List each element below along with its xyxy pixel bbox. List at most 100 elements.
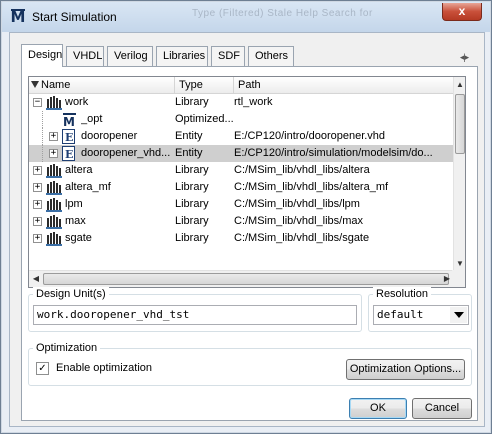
row-name: dooropener: [81, 130, 138, 142]
library-icon: [46, 214, 62, 229]
row-name: altera: [65, 164, 93, 176]
row-name: _opt: [81, 113, 103, 125]
scroll-corner: [452, 270, 465, 287]
resolution-select[interactable]: default: [373, 305, 469, 325]
ok-button[interactable]: OK: [349, 398, 407, 419]
tree-row[interactable]: + Edooropener Entity E:/CP120/intro/doorope…: [29, 128, 455, 145]
row-path: C:/MSim_lib/vhdl_libs/altera_mf: [234, 181, 389, 193]
resolution-value: default: [377, 308, 424, 321]
expand-icon[interactable]: +: [49, 149, 58, 158]
row-type: Library: [175, 181, 209, 193]
expand-icon[interactable]: +: [33, 234, 42, 243]
row-path: [234, 111, 455, 128]
entity-icon: E: [62, 146, 78, 161]
resolution-label: Resolution: [373, 287, 431, 301]
enable-optimization-label[interactable]: Enable optimization: [56, 361, 152, 375]
design-unit-input[interactable]: work.dooropener_vhd_tst: [33, 305, 357, 325]
design-unit-label: Design Unit(s): [33, 287, 109, 301]
tree-row[interactable]: + max Library C:/MSim_lib/vhdl_libs/max: [29, 213, 455, 230]
design-tab-panel: Name Type Path − work Library rtl_work M _opt…: [21, 66, 478, 421]
tree-rows: − work Library rtl_work M _opt Optimized... + Ed…: [29, 94, 455, 272]
tree-connector: [42, 111, 43, 128]
collapse-icon[interactable]: −: [33, 98, 42, 107]
column-header-type[interactable]: Type: [175, 77, 234, 94]
row-type: Library: [175, 232, 209, 244]
row-path: rtl_work: [234, 96, 273, 108]
enable-optimization-checkbox[interactable]: ✓: [36, 362, 49, 375]
row-path: C:/MSim_lib/vhdl_libs/max: [234, 215, 363, 227]
row-type: Optimized...: [175, 113, 234, 125]
tab-libraries[interactable]: Libraries: [156, 46, 208, 66]
modelsim-logo-icon: M: [10, 8, 26, 26]
tree-row[interactable]: + Edooropener_vhd... Entity E:/CP120/intro/…: [29, 145, 455, 162]
svg-text:E: E: [65, 131, 73, 144]
library-icon: [46, 231, 62, 246]
cancel-button[interactable]: Cancel: [412, 398, 472, 419]
optimization-label: Optimization: [33, 341, 101, 355]
horizontal-scrollbar[interactable]: ◀ ▶: [29, 270, 465, 287]
title-bar[interactable]: M Start Simulation Type (Filtered) Stale…: [2, 2, 490, 32]
row-type: Entity: [175, 147, 203, 159]
row-name: dooropener_vhd...: [81, 147, 171, 159]
expand-icon[interactable]: +: [33, 217, 42, 226]
row-path: E:/CP120/intro/simulation/modelsim/do...: [234, 147, 433, 159]
column-header-path[interactable]: Path: [234, 77, 455, 94]
tree-row[interactable]: + altera_mf Library C:/MSim_lib/vhdl_libs/a…: [29, 179, 455, 196]
tree-row[interactable]: + sgate Library C:/MSim_lib/vhdl_libs/sgate: [29, 230, 455, 247]
tree-connector: [42, 145, 43, 162]
expand-icon[interactable]: +: [49, 132, 58, 141]
row-type: Library: [175, 96, 209, 108]
library-icon: [46, 180, 62, 195]
row-name: lpm: [65, 198, 83, 210]
optimization-group: Optimization ✓ Enable optimization Optim…: [28, 341, 472, 386]
tab-sdf[interactable]: SDF: [211, 46, 245, 66]
vertical-scrollbar[interactable]: ▲ ▼: [453, 77, 465, 272]
row-name: work: [65, 96, 89, 108]
close-button[interactable]: x: [442, 3, 482, 21]
expand-icon[interactable]: +: [33, 166, 42, 175]
svg-text:E: E: [65, 148, 73, 161]
row-type: Library: [175, 198, 209, 210]
tree-header: Name Type Path: [29, 77, 455, 94]
scroll-down-icon[interactable]: ▼: [454, 257, 465, 271]
tree-row[interactable]: + altera Library C:/MSim_lib/vhdl_libs/alte…: [29, 162, 455, 179]
tab-vhdl[interactable]: VHDL: [66, 46, 104, 66]
window-title: Start Simulation: [32, 10, 117, 24]
tab-verilog[interactable]: Verilog: [107, 46, 153, 66]
tree-connector: [42, 128, 43, 145]
optimized-design-icon: M: [62, 112, 78, 129]
horizontal-scroll-thumb[interactable]: [43, 273, 449, 285]
library-icon: [46, 197, 62, 212]
sort-down-icon: [31, 81, 39, 88]
design-unit-group: Design Unit(s) work.dooropener_vhd_tst: [28, 287, 362, 332]
row-path: C:/MSim_lib/vhdl_libs/altera: [234, 164, 370, 176]
row-name: sgate: [65, 232, 92, 244]
tree-row[interactable]: − work Library rtl_work: [29, 94, 455, 111]
optimization-options-button[interactable]: Optimization Options...: [346, 359, 465, 380]
library-icon: [46, 95, 62, 110]
chevron-down-icon[interactable]: [450, 307, 467, 323]
tab-design[interactable]: Design: [21, 44, 63, 67]
tab-scroll-arrows-icon[interactable]: ◂|▸: [454, 52, 474, 66]
design-tree[interactable]: Name Type Path − work Library rtl_work M _opt…: [28, 76, 466, 288]
expand-icon[interactable]: +: [33, 183, 42, 192]
vertical-scroll-thumb[interactable]: [455, 94, 465, 154]
row-name: max: [65, 215, 86, 227]
tree-row[interactable]: M _opt Optimized...: [29, 111, 455, 129]
row-type: Library: [175, 215, 209, 227]
row-name: altera_mf: [65, 181, 111, 193]
column-header-name[interactable]: Name: [29, 77, 175, 94]
entity-icon: E: [62, 129, 78, 144]
row-path: C:/MSim_lib/vhdl_libs/sgate: [234, 232, 370, 244]
start-simulation-dialog: M Start Simulation Type (Filtered) Stale…: [0, 0, 492, 434]
row-type: Entity: [175, 130, 203, 142]
scroll-left-icon[interactable]: ◀: [30, 272, 42, 286]
row-path: E:/CP120/intro/dooropener.vhd: [234, 130, 386, 142]
svg-text:M: M: [63, 115, 75, 127]
expand-icon[interactable]: +: [33, 200, 42, 209]
tree-row[interactable]: + lpm Library C:/MSim_lib/vhdl_libs/lpm: [29, 196, 455, 213]
scroll-up-icon[interactable]: ▲: [454, 78, 465, 92]
row-type: Library: [175, 164, 209, 176]
dialog-body: Design VHDL Verilog Libraries SDF Others…: [9, 32, 485, 427]
tab-others[interactable]: Others: [248, 46, 294, 66]
